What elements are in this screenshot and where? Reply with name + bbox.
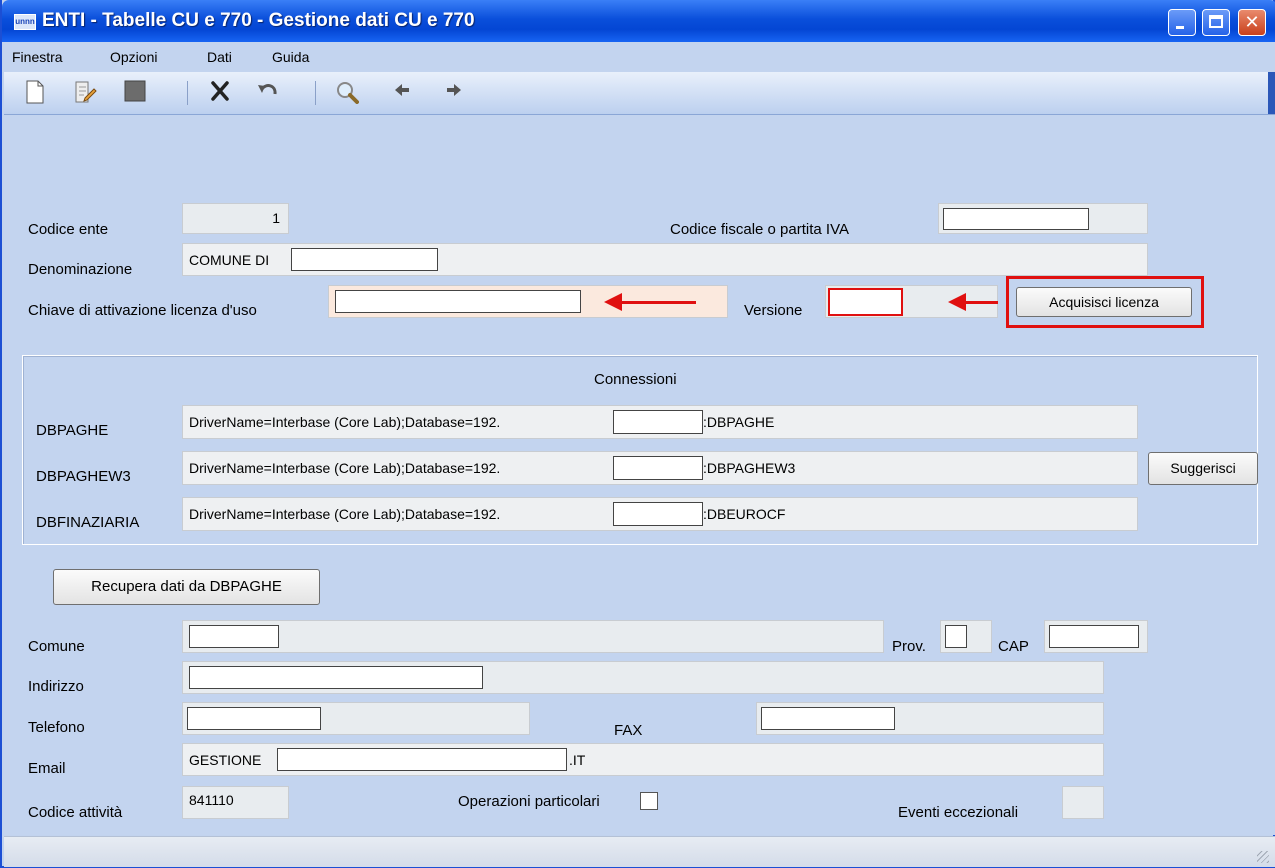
dbpaghew3-label: DBPAGHEW3 <box>36 468 131 485</box>
dbpaghe-suffix: :DBPAGHE <box>703 414 775 430</box>
toolbar <box>4 72 1275 115</box>
telefono-label: Telefono <box>28 719 85 736</box>
prov-input[interactable] <box>940 620 992 653</box>
resize-grip[interactable] <box>1257 851 1269 863</box>
indirizzo-label: Indirizzo <box>28 678 84 695</box>
eventi-eccezionali-label: Eventi eccezionali <box>898 804 1019 821</box>
maximize-icon <box>1209 15 1223 28</box>
menu-bar: Finestra Opzioni Dati Guida <box>4 42 1275 72</box>
status-bar <box>4 836 1275 867</box>
codice-attivita-label: Codice attività <box>28 804 123 821</box>
maximize-button[interactable] <box>1202 9 1230 36</box>
operazioni-particolari-checkbox[interactable] <box>640 792 658 810</box>
recupera-dati-button[interactable]: Recupera dati da DBPAGHE <box>53 569 320 605</box>
versione-label: Versione <box>744 302 803 319</box>
redacted-box <box>1049 625 1139 648</box>
redacted-box <box>187 707 321 730</box>
redacted-box <box>335 290 581 313</box>
codice-attivita-input[interactable]: 841110 <box>182 786 289 819</box>
annotation-arrow-head <box>948 293 966 311</box>
dbpaghe-label: DBPAGHE <box>36 422 109 439</box>
operazioni-particolari-label: Operazioni particolari <box>458 793 600 810</box>
delete-icon[interactable] <box>207 80 233 106</box>
redacted-box <box>943 208 1089 230</box>
indirizzo-input[interactable] <box>182 661 1104 694</box>
telefono-input[interactable] <box>182 702 530 735</box>
codice-ente-value: 1 <box>272 210 280 226</box>
cap-input[interactable] <box>1044 620 1148 653</box>
codice-fiscale-input[interactable] <box>938 203 1148 234</box>
redacted-box <box>828 288 903 316</box>
comune-label: Comune <box>28 638 85 655</box>
menu-dati[interactable]: Dati <box>207 49 232 65</box>
email-prefix: GESTIONE <box>189 752 262 768</box>
title-bar[interactable]: unnn ENTI - Tabelle CU e 770 - Gestione … <box>2 0 1275 42</box>
codice-attivita-value: 841110 <box>189 792 234 808</box>
codice-fiscale-label: Codice fiscale o partita IVA <box>670 221 849 238</box>
suggerisci-button[interactable]: Suggerisci <box>1148 452 1258 485</box>
arrow-right-icon[interactable] <box>441 80 467 106</box>
denominazione-input[interactable]: COMUNE DI <box>182 243 1148 276</box>
acquisisci-licenza-button[interactable]: Acquisisci licenza <box>1016 287 1192 317</box>
close-button[interactable]: ✕ <box>1238 9 1266 36</box>
annotation-arrow <box>622 301 696 304</box>
chiave-licenza-label: Chiave di attivazione licenza d'uso <box>28 302 257 319</box>
cap-label: CAP <box>998 638 1029 655</box>
save-icon[interactable] <box>122 80 148 106</box>
codice-ente-input[interactable]: 1 <box>182 203 289 234</box>
new-document-icon[interactable] <box>22 80 48 106</box>
toolbar-separator <box>315 81 316 105</box>
email-suffix: .IT <box>569 752 586 768</box>
dbpaghe-prefix: DriverName=Interbase (Core Lab);Database… <box>189 414 501 430</box>
dbpaghe-input[interactable]: DriverName=Interbase (Core Lab);Database… <box>182 405 1138 439</box>
menu-finestra[interactable]: Finestra <box>12 49 63 65</box>
connessioni-title: Connessioni <box>594 371 677 388</box>
arrow-left-icon[interactable] <box>389 80 415 106</box>
email-label: Email <box>28 760 66 777</box>
redacted-box <box>291 248 438 271</box>
minimize-icon <box>1176 26 1184 29</box>
dbpaghew3-suffix: :DBPAGHEW3 <box>703 460 796 476</box>
comune-input[interactable] <box>182 620 884 653</box>
fax-label: FAX <box>614 722 643 739</box>
redacted-box <box>277 748 567 771</box>
redacted-box <box>613 502 703 526</box>
app-window: unnn ENTI - Tabelle CU e 770 - Gestione … <box>0 0 1275 868</box>
form-area: Codice ente 1 Codice fiscale o partita I… <box>4 115 1275 835</box>
denominazione-label: Denominazione <box>28 261 133 278</box>
annotation-arrow-head <box>604 293 622 311</box>
annotation-arrow <box>966 301 998 304</box>
toolbar-edge <box>1268 72 1275 114</box>
edit-document-icon[interactable] <box>72 80 98 106</box>
undo-icon[interactable] <box>255 80 281 106</box>
redacted-box <box>945 625 967 648</box>
dbpaghew3-input[interactable]: DriverName=Interbase (Core Lab);Database… <box>182 451 1138 485</box>
toolbar-separator <box>187 81 188 105</box>
denominazione-value: COMUNE DI <box>189 252 270 268</box>
window-title: ENTI - Tabelle CU e 770 - Gestione dati … <box>42 10 475 31</box>
dbfinaziaria-prefix: DriverName=Interbase (Core Lab);Database… <box>189 506 501 522</box>
redacted-box <box>761 707 895 730</box>
redacted-box <box>189 625 279 648</box>
dbpaghew3-prefix: DriverName=Interbase (Core Lab);Database… <box>189 460 501 476</box>
search-icon[interactable] <box>334 80 360 106</box>
app-icon: unnn <box>14 14 36 30</box>
minimize-button[interactable] <box>1168 9 1196 36</box>
dbfinaziaria-suffix: :DBEUROCF <box>703 506 786 522</box>
redacted-box <box>189 666 483 689</box>
dbfinaziaria-input[interactable]: DriverName=Interbase (Core Lab);Database… <box>182 497 1138 531</box>
dbfinaziaria-label: DBFINAZIARIA <box>36 514 140 531</box>
redacted-box <box>613 456 703 480</box>
eventi-eccezionali-input[interactable] <box>1062 786 1104 819</box>
prov-label: Prov. <box>892 638 926 655</box>
close-icon: ✕ <box>1244 12 1260 32</box>
redacted-box <box>613 410 703 434</box>
email-input[interactable]: GESTIONE .IT <box>182 743 1104 776</box>
menu-opzioni[interactable]: Opzioni <box>110 49 157 65</box>
fax-input[interactable] <box>756 702 1104 735</box>
menu-guida[interactable]: Guida <box>272 49 309 65</box>
codice-ente-label: Codice ente <box>28 221 109 238</box>
